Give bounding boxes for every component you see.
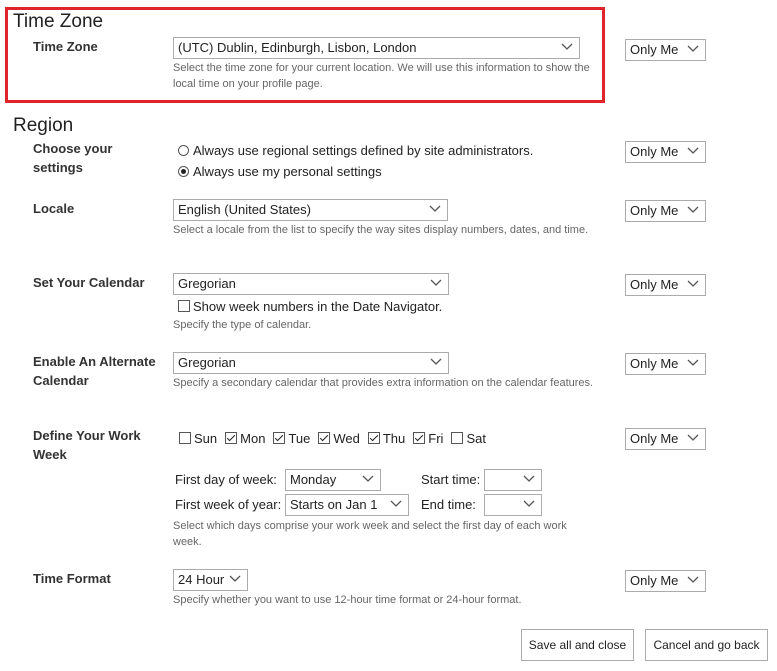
visibility-value: Only Me: [630, 144, 679, 159]
first-week-value: Starts on Jan 1: [290, 497, 378, 512]
checkbox[interactable]: [318, 432, 331, 444]
visibility-value: Only Me: [630, 431, 679, 446]
settings-label: Choose your settings: [33, 141, 113, 175]
radio-button[interactable]: [178, 145, 189, 156]
checkbox[interactable]: [179, 432, 191, 444]
work-week-days: Sun Mon Tue Wed Thu Fri Sat: [179, 430, 494, 448]
locale-help: Select a locale from the list to specify…: [173, 224, 589, 236]
cancel-button[interactable]: Cancel and go back: [645, 629, 768, 661]
day-fri[interactable]: Fri: [413, 430, 443, 448]
locale-visibility-select[interactable]: Only Me: [625, 200, 706, 222]
alt-calendar-visibility-select[interactable]: Only Me: [625, 353, 706, 375]
radio-button[interactable]: [178, 166, 189, 177]
radio-site-settings[interactable]: Always use regional settings defined by …: [178, 142, 533, 160]
start-time-label: Start time:: [421, 472, 481, 487]
visibility-value: Only Me: [630, 277, 679, 292]
calendar-help: Specify the type of calendar.: [173, 319, 312, 331]
checkbox[interactable]: [225, 432, 238, 444]
time-format-label: Time Format: [33, 571, 111, 586]
chevron-down-icon: [687, 359, 699, 368]
day-label: Thu: [382, 431, 406, 446]
timezone-label: Time Zone: [33, 39, 98, 54]
day-label: Wed: [333, 431, 360, 446]
day-label: Sat: [466, 431, 486, 446]
alt-calendar-select[interactable]: Gregorian: [173, 352, 449, 374]
end-time-label: End time:: [421, 497, 476, 512]
timezone-help: Select the time zone for your current lo…: [173, 62, 590, 90]
save-button[interactable]: Save all and close: [521, 629, 634, 661]
visibility-value: Only Me: [630, 356, 679, 371]
alt-calendar-label: Enable An Alternate Calendar: [33, 354, 156, 388]
chevron-down-icon: [687, 434, 699, 443]
visibility-value: Only Me: [630, 203, 679, 218]
chevron-down-icon: [687, 576, 699, 585]
chevron-down-icon: [687, 147, 699, 156]
time-format-visibility-select[interactable]: Only Me: [625, 570, 706, 592]
timezone-select-value: (UTC) Dublin, Edinburgh, Lisbon, London: [178, 40, 417, 55]
day-label: Fri: [428, 431, 444, 446]
checkbox[interactable]: [413, 432, 426, 444]
timezone-section-title: Time Zone: [13, 11, 104, 32]
time-format-value: 24 Hour: [178, 572, 225, 587]
calendar-select-value: Gregorian: [178, 276, 236, 291]
locale-label: Locale: [33, 201, 75, 216]
settings-visibility-select[interactable]: Only Me: [625, 141, 706, 163]
day-label: Mon: [240, 431, 266, 446]
day-sun[interactable]: Sun: [179, 430, 217, 448]
calendar-label: Set Your Calendar: [33, 275, 145, 290]
work-week-help: Select which days comprise your work wee…: [173, 520, 567, 548]
day-mon[interactable]: Mon: [225, 430, 265, 448]
first-week-label: First week of year:: [175, 497, 282, 512]
first-day-value: Monday: [290, 472, 337, 487]
chevron-down-icon: [687, 206, 699, 215]
time-format-select[interactable]: 24 Hour: [173, 569, 248, 591]
day-tue[interactable]: Tue: [273, 430, 310, 448]
day-thu[interactable]: Thu: [367, 430, 406, 448]
chevron-down-icon: [362, 475, 374, 484]
first-week-select[interactable]: Starts on Jan 1: [285, 494, 409, 516]
chevron-down-icon: [523, 500, 535, 509]
alt-calendar-help: Specify a secondary calendar that provid…: [173, 377, 594, 389]
start-time-select[interactable]: [484, 469, 542, 491]
radio-personal-settings[interactable]: Always use my personal settings: [178, 163, 382, 181]
locale-select[interactable]: English (United States): [173, 199, 448, 221]
day-label: Tue: [288, 431, 311, 446]
day-wed[interactable]: Wed: [318, 430, 360, 448]
checkbox[interactable]: [273, 432, 286, 444]
week-numbers-checkbox[interactable]: Show week numbers in the Date Navigator.: [178, 298, 442, 316]
chevron-down-icon: [430, 358, 442, 367]
time-format-help: Specify whether you want to use 12-hour …: [173, 594, 522, 606]
chevron-down-icon: [429, 205, 441, 214]
checkbox[interactable]: [451, 432, 464, 444]
work-week-visibility-select[interactable]: Only Me: [625, 428, 706, 450]
locale-select-value: English (United States): [178, 202, 311, 217]
chevron-down-icon: [561, 43, 573, 52]
checkbox[interactable]: [367, 432, 380, 444]
first-day-label: First day of week:: [175, 472, 277, 487]
calendar-select[interactable]: Gregorian: [173, 273, 449, 295]
day-label: Sun: [194, 431, 218, 446]
chevron-down-icon: [229, 575, 241, 584]
timezone-visibility-select[interactable]: Only Me: [625, 39, 706, 61]
visibility-value: Only Me: [630, 42, 679, 57]
work-week-label: Define Your Work Week: [33, 428, 141, 462]
radio-personal-label: Always use my personal settings: [193, 164, 382, 179]
alt-calendar-select-value: Gregorian: [178, 355, 236, 370]
region-section-title: Region: [13, 115, 74, 136]
chevron-down-icon: [687, 45, 699, 54]
chevron-down-icon: [430, 279, 442, 288]
visibility-value: Only Me: [630, 573, 679, 588]
first-day-select[interactable]: Monday: [285, 469, 381, 491]
calendar-visibility-select[interactable]: Only Me: [625, 274, 706, 296]
checkbox[interactable]: [178, 300, 190, 312]
timezone-select[interactable]: (UTC) Dublin, Edinburgh, Lisbon, London: [173, 37, 580, 59]
chevron-down-icon: [687, 280, 699, 289]
radio-site-label: Always use regional settings defined by …: [193, 143, 534, 158]
day-sat[interactable]: Sat: [451, 430, 486, 448]
chevron-down-icon: [390, 500, 402, 509]
end-time-select[interactable]: [484, 494, 542, 516]
chevron-down-icon: [523, 475, 535, 484]
week-numbers-label: Show week numbers in the Date Navigator.: [193, 299, 443, 314]
